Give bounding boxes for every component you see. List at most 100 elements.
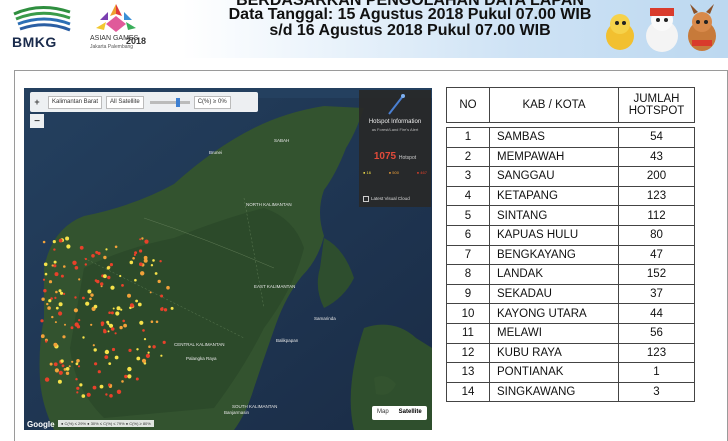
hotspot-marker[interactable] [114,245,118,249]
hotspot-marker[interactable] [53,260,57,264]
hotspot-marker[interactable] [119,274,122,278]
zoom-in-button[interactable]: + [30,95,44,109]
satellite-button[interactable]: Satellite [394,406,427,420]
hotspot-marker[interactable] [119,325,123,330]
hotspot-marker[interactable] [128,348,132,352]
hotspot-marker[interactable] [47,306,51,310]
hotspot-marker[interactable] [134,278,137,282]
hotspot-marker[interactable] [103,255,107,260]
map-button[interactable]: Map [372,406,394,420]
hotspot-marker[interactable] [78,319,81,322]
hotspot-marker[interactable] [92,344,95,347]
hotspot-marker[interactable] [54,272,59,277]
hotspot-marker[interactable] [58,289,62,293]
hotspot-marker[interactable] [123,323,127,328]
hotspot-marker[interactable] [120,308,123,311]
hotspot-marker[interactable] [136,356,141,361]
hotspot-marker[interactable] [86,392,91,397]
hotspot-marker[interactable] [96,279,100,284]
hotspot-marker[interactable] [84,263,87,266]
hotspot-marker[interactable] [108,311,111,314]
hotspot-marker[interactable] [82,296,85,300]
hotspot-marker[interactable] [84,257,87,261]
hotspot-marker[interactable] [106,266,110,270]
hotspot-marker[interactable] [74,266,79,270]
hotspot-marker[interactable] [139,320,144,325]
hotspot-marker[interactable] [150,320,154,323]
hotspot-marker[interactable] [140,271,145,276]
hotspot-marker[interactable] [60,359,64,363]
hotspot-marker[interactable] [136,348,139,351]
hotspot-marker[interactable] [48,280,53,284]
hotspot-marker[interactable] [53,362,58,367]
hotspot-marker[interactable] [115,311,120,316]
zoom-out-button[interactable]: − [30,114,44,128]
hotspot-marker[interactable] [76,391,79,394]
hotspot-marker[interactable] [159,260,162,263]
hotspot-marker[interactable] [122,319,125,323]
hotspot-marker[interactable] [74,296,77,299]
hotspot-marker[interactable] [91,254,95,258]
hotspot-marker[interactable] [61,364,65,368]
hotspot-marker[interactable] [135,377,139,381]
hotspot-marker[interactable] [160,307,164,311]
hotspot-marker[interactable] [116,389,122,394]
hotspot-marker[interactable] [127,374,132,379]
hotspot-marker[interactable] [70,326,74,330]
hotspot-marker[interactable] [114,355,119,360]
hotspot-marker[interactable] [127,366,132,372]
hotspot-marker[interactable] [100,282,104,286]
hotspot-marker[interactable] [78,278,81,281]
hotspot-marker[interactable] [163,308,168,312]
hotspot-marker[interactable] [139,262,143,266]
hotspot-marker[interactable] [127,293,131,298]
hotspot-marker[interactable] [162,340,166,344]
hotspot-marker[interactable] [110,384,113,387]
hotspot-marker[interactable] [152,259,155,262]
hotspot-marker[interactable] [43,262,48,267]
hotspot-marker[interactable] [100,321,105,325]
hotspot-marker[interactable] [54,296,57,299]
hotspot-marker[interactable] [68,365,71,368]
hotspot-marker[interactable] [107,330,110,333]
hotspot-marker[interactable] [147,351,150,354]
hotspot-marker[interactable] [137,302,142,307]
hotspot-marker[interactable] [54,321,57,324]
hotspot-marker[interactable] [53,248,56,251]
hotspot-marker[interactable] [132,257,135,260]
hotspot-marker[interactable] [55,306,59,310]
checkbox-icon[interactable] [363,196,369,202]
hotspot-marker[interactable] [58,238,63,243]
hotspot-marker[interactable] [110,285,115,290]
hotspot-marker[interactable] [76,386,80,390]
hotspot-marker[interactable] [81,394,86,398]
hotspot-marker[interactable] [53,342,58,347]
hotspot-marker[interactable] [121,380,124,383]
hotspot-marker[interactable] [149,291,152,294]
hotspot-marker[interactable] [43,289,47,293]
hotspot-marker[interactable] [93,304,98,309]
hotspot-marker[interactable] [64,323,66,326]
hotspot-marker[interactable] [144,239,149,244]
hotspot-marker[interactable] [42,240,46,244]
hotspot-marker[interactable] [65,371,70,375]
region-select[interactable]: Kalimantan Barat [48,95,103,109]
satellite-select[interactable]: All Satellite [106,95,144,109]
hotspot-marker[interactable] [76,359,80,363]
hotspot-marker[interactable] [51,264,54,267]
hotspot-marker[interactable] [54,368,59,373]
hotspot-marker[interactable] [141,237,144,240]
hotspot-marker[interactable] [63,265,66,268]
hotspot-marker[interactable] [41,297,45,301]
hotspot-marker[interactable] [92,385,97,390]
hotspot-marker[interactable] [94,362,98,366]
hotspot-marker[interactable] [90,293,94,297]
hotspot-marker[interactable] [71,360,74,363]
hotspot-marker[interactable] [141,358,147,363]
hotspot-marker[interactable] [154,272,158,275]
hotspot-marker[interactable] [150,264,154,267]
hotspot-marker[interactable] [65,367,70,371]
hotspot-marker[interactable] [160,294,164,298]
hotspot-marker[interactable] [129,260,134,265]
hotspot-marker[interactable] [143,338,147,341]
